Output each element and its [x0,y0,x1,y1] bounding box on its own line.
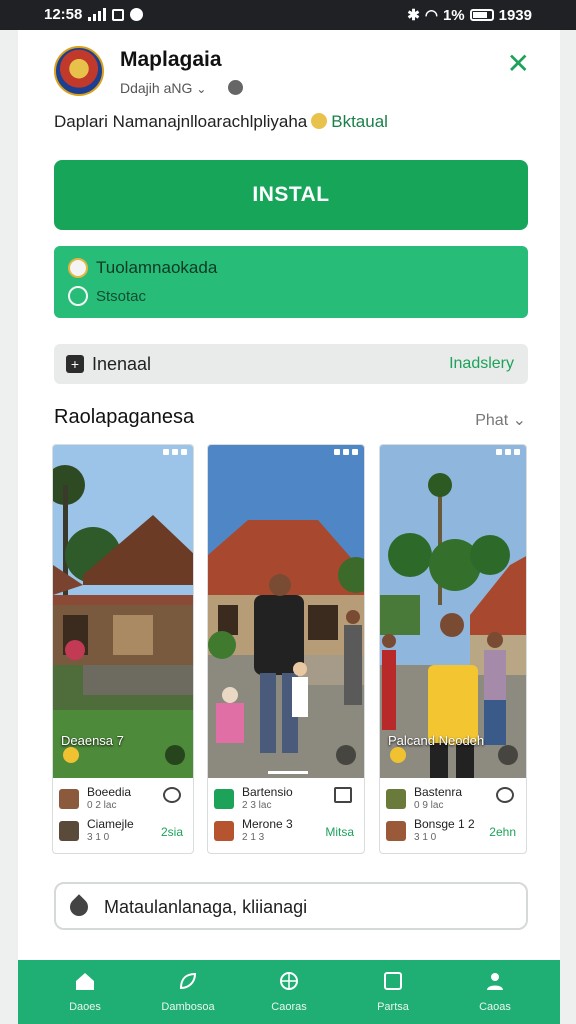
plus-icon: + [66,355,84,373]
sound-icon[interactable] [165,745,185,765]
thumbnail [214,821,234,841]
app-developer[interactable]: Ddajih aNG ⌄ [120,80,206,96]
item-subtitle: 2 1 3 [242,832,265,843]
description-main: Daplari Namanajnlloarachlpliyaha [54,112,308,131]
description-accent: Bktaual [331,112,388,131]
item-title: Ciamejle [87,817,134,831]
list-item[interactable]: Bonsge 1 2 3 1 0 2ehn [386,817,520,847]
screenshot-card[interactable]: Deaensa 7 Boeedia 0 2 lac Ciamejle 3 1 0… [52,444,194,854]
emoji-icon [311,113,328,129]
filter-label: Phat [475,412,509,429]
screenshot-card[interactable]: Bartensio 2 3 lac Merone 3 2 1 3 Mitsa [207,444,365,854]
category-link[interactable]: Inadslery [449,355,514,373]
category-bar[interactable]: + Inenaal Inadslery [54,344,528,384]
developer-name: Ddajih aNG [120,80,193,96]
chat-icon [68,258,88,278]
clock-icon [68,286,88,306]
list-item[interactable]: Bastenra 0 9 lac [386,785,520,815]
list-item[interactable]: Ciamejle 3 1 0 2sia [59,817,187,847]
comment-input[interactable]: Mataulanlanaga, kliianagi [54,882,528,930]
item-title: Bonsge 1 2 [414,817,475,831]
item-subtitle: 3 1 0 [414,832,437,843]
item-subtitle: 2 3 lac [242,800,272,811]
home-icon [76,973,94,990]
item-meta: Mitsa [325,825,354,839]
thumbnail [386,789,406,809]
nav-item-library[interactable]: Partsa [348,966,438,1013]
app-sheet: Maplagaia Ddajih aNG ⌄ ✕ Daplari Namanajn… [18,30,560,1024]
sound-icon[interactable] [336,745,356,765]
emoji-icon [63,747,79,763]
bluetooth-icon: ✱ [407,7,420,24]
screenshot-image [208,445,364,778]
screenshot-caption: Deaensa 7 [61,733,124,748]
chevron-down-icon: ⌄ [512,412,526,429]
battery-percent: 1% [442,6,465,24]
sound-icon[interactable] [498,745,518,765]
item-meta: 2ehn [489,825,516,839]
info-card-title: Tuolamnaokada [96,258,218,277]
status-time: 12:58 [44,6,83,23]
nav-label: Daoes [69,1001,101,1013]
section-title: Raolapaganesa [54,406,195,428]
close-button[interactable]: ✕ [507,50,530,78]
nav-label: Dambosoa [161,1001,215,1013]
nav-item-profile[interactable]: Caoas [450,966,540,1013]
info-card[interactable]: Tuolamnaokada Stsotac [54,246,528,318]
thumbnail [59,789,79,809]
status-bar: 12:58 ✱ ◠ 1% 1939 [0,0,576,30]
item-title: Bastenra [414,785,463,799]
chevron-down-icon: ⌄ [196,82,207,96]
screenshot-image: Palcand Neodeh [380,445,526,778]
comment-icon[interactable] [334,787,352,803]
item-subtitle: 0 9 lac [414,800,444,811]
nav-item-explore[interactable]: Dambosoa [143,966,233,1013]
screenshot-caption: Palcand Neodeh [388,733,485,748]
nav-item-home[interactable]: Daoes [40,966,130,1013]
install-button[interactable]: INSTAL [54,160,528,230]
nav-item-categories[interactable]: Caoras [244,966,334,1013]
bottom-nav: Daoes Dambosoa Caoras Partsa Caoas [18,960,560,1024]
item-meta: 2sia [160,825,183,839]
nav-label: Partsa [377,1001,409,1013]
record-icon [130,8,144,21]
emoji-icon [390,747,406,763]
item-subtitle: 0 2 lac [87,800,117,811]
thumbnail [386,821,406,841]
list-item[interactable]: Bartensio 2 3 lac [214,785,358,815]
comment-placeholder: Mataulanlanaga, kliianagi [104,897,308,917]
nav-label: Caoras [271,1001,307,1013]
battery-icon [469,9,494,21]
list-item[interactable]: Boeedia 0 2 lac [59,785,187,815]
wifi-icon: ◠ [424,7,438,24]
globe-icon [280,972,298,990]
item-title: Bartensio [242,785,293,799]
tablet-icon [384,972,402,990]
close-icon: ✕ [506,48,530,79]
leaf-icon [179,972,197,990]
status-extra: 1939 [498,6,532,24]
thumbnail [59,821,79,841]
section-filter[interactable]: Phat ⌄ [475,410,526,430]
screenshot-card[interactable]: Palcand Neodeh Bastenra 0 9 lac Bonsge 1… [379,444,527,854]
screenshot-image: Deaensa 7 [53,445,193,778]
comment-icon[interactable] [496,787,514,803]
app-name: Maplagaia [120,48,222,71]
check-icon [214,789,234,809]
category-label: Inenaal [92,354,152,374]
app-icon [54,46,104,96]
nav-label: Caoas [479,1001,511,1013]
comment-icon[interactable] [163,787,181,803]
item-title: Boeedia [87,785,132,799]
user-icon [487,973,503,990]
signal-icon [88,8,107,21]
app-description: Daplari Namanajnlloarachlpliyaha Bktaual [54,112,388,132]
item-subtitle: 3 1 0 [87,832,110,843]
list-item[interactable]: Merone 3 2 1 3 Mitsa [214,817,358,847]
info-card-subtitle: Stsotac [96,287,147,305]
notification-icon [112,8,125,21]
pen-icon [66,894,92,920]
info-icon[interactable] [228,80,243,95]
item-title: Merone 3 [242,817,293,831]
